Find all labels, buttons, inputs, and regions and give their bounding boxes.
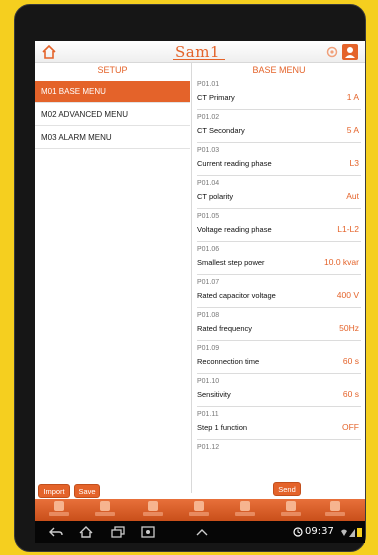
top-bar: Sam1 xyxy=(35,41,365,63)
param-row[interactable]: P01.11 Step 1 function OFF xyxy=(197,409,361,440)
param-code: P01.05 xyxy=(197,213,220,220)
param-row[interactable]: P01.01 CT Primary 1 A xyxy=(197,79,361,110)
pane-divider xyxy=(191,63,192,493)
menu-item-advanced[interactable]: M02 ADVANCED MENU xyxy=(35,104,190,126)
menu-list: M01 BASE MENU M02 ADVANCED MENU M03 ALAR… xyxy=(35,77,190,491)
param-row[interactable]: P01.06 Smallest step power 10.0 kvar xyxy=(197,244,361,275)
param-code: P01.02 xyxy=(197,114,220,121)
param-value[interactable]: L1-L2 xyxy=(337,224,359,234)
param-code: P01.03 xyxy=(197,147,220,154)
param-name: Rated frequency xyxy=(197,324,253,333)
user-icon[interactable] xyxy=(342,44,358,60)
param-row[interactable]: P01.03 Current reading phase L3 xyxy=(197,145,361,176)
signal-icon xyxy=(349,529,355,537)
alarms-icon[interactable] xyxy=(189,501,209,519)
send-button[interactable]: Send xyxy=(273,482,301,496)
measures-icon[interactable] xyxy=(143,501,163,519)
param-name: Smallest step power xyxy=(197,258,265,267)
param-name: CT polarity xyxy=(197,192,234,201)
android-system-bar: 09:37 xyxy=(35,521,365,543)
param-row[interactable]: P01.08 Rated frequency 50Hz xyxy=(197,310,361,341)
parameter-list: P01.01 CT Primary 1 A P01.02 CT Secondar… xyxy=(197,77,365,497)
bottom-nav xyxy=(35,499,365,521)
setup-header: SETUP xyxy=(97,65,128,75)
param-value[interactable]: 400 V xyxy=(337,290,359,300)
param-value[interactable]: 50Hz xyxy=(339,323,359,333)
param-code: P01.06 xyxy=(197,246,220,253)
gear-icon[interactable] xyxy=(325,45,339,59)
menu-item-base[interactable]: M01 BASE MENU xyxy=(35,81,190,103)
import-button[interactable]: Import xyxy=(38,484,70,498)
param-value[interactable]: 1 A xyxy=(347,92,359,102)
recent-apps-icon[interactable] xyxy=(111,526,125,538)
param-code: P01.11 xyxy=(197,411,219,418)
param-value[interactable]: L3 xyxy=(350,158,359,168)
clock-icon xyxy=(293,527,303,537)
app-screen: Sam1 SETUP BASE MENU M01 BASE MENU M02 A… xyxy=(35,41,365,543)
param-code: P01.07 xyxy=(197,279,220,286)
param-value[interactable]: 10.0 kvar xyxy=(324,257,359,267)
param-value[interactable]: 60 s xyxy=(343,356,359,366)
param-row[interactable]: P01.10 Sensitivity 60 s xyxy=(197,376,361,407)
param-name: Reconnection time xyxy=(197,357,260,366)
param-code: P01.08 xyxy=(197,312,220,319)
param-row[interactable]: P01.09 Reconnection time 60 s xyxy=(197,343,361,374)
help-icon[interactable] xyxy=(325,501,345,519)
history-icon[interactable] xyxy=(235,501,255,519)
param-row[interactable]: P01.05 Voltage reading phase L1-L2 xyxy=(197,211,361,242)
param-row[interactable]: P01.07 Rated capacitor voltage 400 V xyxy=(197,277,361,308)
param-row[interactable]: P01.12 xyxy=(197,442,361,473)
param-value[interactable]: 5 A xyxy=(347,125,359,135)
info-icon[interactable] xyxy=(281,501,301,519)
param-name: CT Primary xyxy=(197,93,235,102)
home-icon[interactable] xyxy=(41,45,57,59)
param-name: Sensitivity xyxy=(197,390,231,399)
param-value[interactable]: OFF xyxy=(342,422,359,432)
param-code: P01.09 xyxy=(197,345,220,352)
home-icon[interactable] xyxy=(49,501,69,519)
tablet-frame: Sam1 SETUP BASE MENU M01 BASE MENU M02 A… xyxy=(14,4,366,552)
param-row[interactable]: P01.04 CT polarity Aut xyxy=(197,178,361,209)
param-code: P01.01 xyxy=(197,81,220,88)
param-code: P01.12 xyxy=(197,444,220,451)
param-name: CT Secondary xyxy=(197,126,245,135)
param-name: Voltage reading phase xyxy=(197,225,272,234)
param-name: Rated capacitor voltage xyxy=(197,291,276,300)
up-chevron-icon[interactable] xyxy=(195,526,209,538)
home-icon[interactable] xyxy=(79,526,93,538)
battery-icon xyxy=(357,528,362,537)
screenshot-icon[interactable] xyxy=(141,526,155,538)
save-button[interactable]: Save xyxy=(74,484,100,498)
param-name: Step 1 function xyxy=(197,423,248,432)
param-value[interactable]: 60 s xyxy=(343,389,359,399)
param-value[interactable]: Aut xyxy=(346,191,359,201)
settings-icon[interactable] xyxy=(95,501,115,519)
param-code: P01.10 xyxy=(197,378,220,385)
wifi-icon xyxy=(341,529,347,536)
brand-underline xyxy=(173,59,225,60)
status-time: 09:37 xyxy=(305,526,334,537)
param-code: P01.04 xyxy=(197,180,220,187)
base-menu-header: BASE MENU xyxy=(252,65,306,75)
back-icon[interactable] xyxy=(49,526,63,538)
menu-item-alarm[interactable]: M03 ALARM MENU xyxy=(35,127,190,149)
param-row[interactable]: P01.02 CT Secondary 5 A xyxy=(197,112,361,143)
param-name: Current reading phase xyxy=(197,159,272,168)
